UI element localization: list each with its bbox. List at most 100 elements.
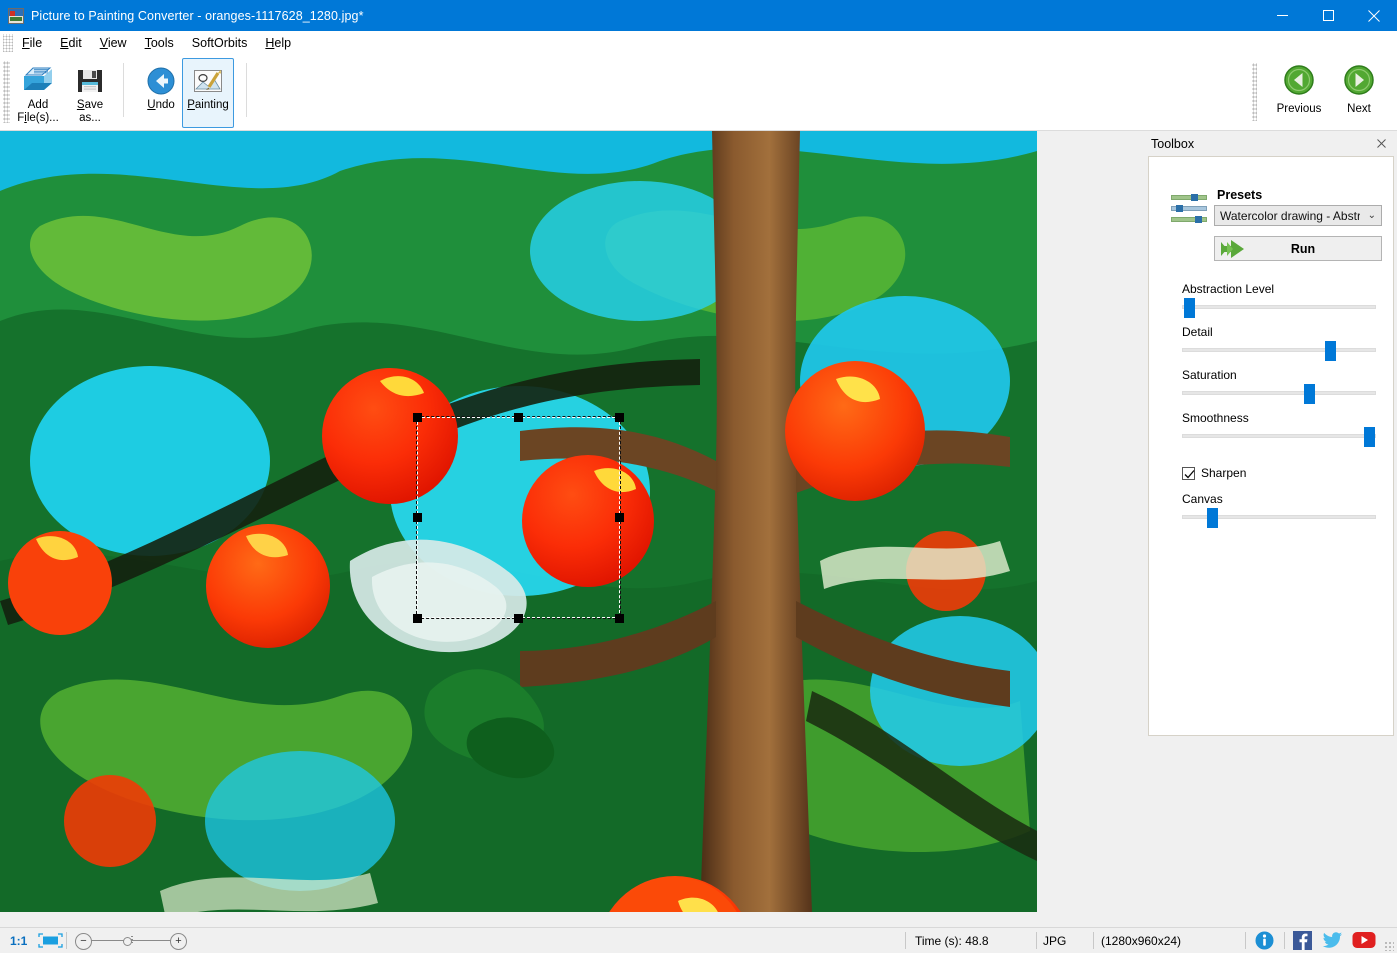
selection-handle-middle-right[interactable] [615,513,624,522]
toolbar-grip[interactable] [3,61,10,123]
slider-thumb-abstraction-level[interactable] [1184,298,1195,318]
minimize-button[interactable] [1259,0,1305,31]
toolbar-effects-group: Painting [182,58,234,127]
slider-thumb-smoothness[interactable] [1364,427,1375,447]
add-files-icon [22,65,54,97]
next-circle-icon [1343,64,1375,96]
slider-canvas: Canvas [1182,492,1376,519]
menu-grip [3,34,13,52]
navigation-group: Previous Next [1245,58,1389,127]
slider-smoothness: Smoothness [1182,411,1376,438]
zoom-ratio-label: 1:1 [10,928,27,953]
slider-label-detail: Detail [1182,325,1376,339]
painting-icon [193,65,223,97]
twitter-icon[interactable] [1322,931,1341,950]
slider-label-smoothness: Smoothness [1182,411,1376,425]
undo-label: Undo [147,99,175,112]
zoom-in-button[interactable]: + [170,933,187,950]
nav-grip [1252,63,1257,121]
selection-handle-bottom-right[interactable] [615,614,624,623]
sharpen-checkbox-row[interactable]: Sharpen [1182,466,1246,480]
toolbar-file-group: Add File(s)... Sa [12,58,131,127]
resize-grip[interactable] [1384,941,1394,951]
slider-detail: Detail [1182,325,1376,352]
previous-button[interactable]: Previous [1269,58,1329,127]
save-as-button[interactable]: Saveas... [64,58,116,128]
toolbox-body: Presets Watercolor drawing - Abstractio … [1148,156,1394,736]
preset-select[interactable]: Watercolor drawing - Abstractio ⌄ [1214,205,1382,226]
window-controls [1259,0,1397,31]
slider-thumb-canvas[interactable] [1207,508,1218,528]
next-button[interactable]: Next [1329,58,1389,127]
menu-item-softorbits[interactable]: SoftOrbits [183,33,257,54]
status-divider-1 [66,932,67,949]
status-divider-2 [905,932,906,949]
chevron-down-icon: ⌄ [1368,210,1376,221]
status-divider-4 [1093,932,1094,949]
painting-button[interactable]: Painting [182,58,234,128]
slider-label-abstraction-level: Abstraction Level [1182,282,1376,296]
format-status: JPG [1043,928,1066,953]
painting-label: Painting [187,99,229,112]
zoom-slider[interactable]: − + [70,928,190,953]
selection-handle-top-left[interactable] [413,413,422,422]
menu-item-help[interactable]: Help [256,33,300,54]
run-button[interactable]: Run [1214,236,1382,261]
progress-strip [1037,920,1145,927]
slider-label-canvas: Canvas [1182,492,1376,506]
sliders-settings-icon [1171,194,1207,224]
slider-track-smoothness[interactable] [1182,434,1376,438]
facebook-icon[interactable] [1293,931,1312,950]
selection-marquee[interactable] [417,417,620,618]
toolbar-separator-2 [246,63,247,117]
app-icon [8,8,24,24]
toolbox-close-icon[interactable] [1373,136,1389,152]
add-files-button[interactable]: Add File(s)... [12,58,64,128]
title-bar: Picture to Painting Converter - oranges-… [0,0,1397,31]
status-divider-5 [1245,932,1246,949]
selection-handle-bottom-left[interactable] [413,614,422,623]
window-title: Picture to Painting Converter - oranges-… [31,9,364,23]
previous-circle-icon [1283,64,1315,96]
selection-handle-middle-left[interactable] [413,513,422,522]
save-as-label: Saveas... [77,99,103,124]
slider-track-saturation[interactable] [1182,391,1376,395]
add-files-label: Add File(s)... [17,99,59,124]
slider-track-canvas[interactable] [1182,515,1376,519]
selection-handle-top-center[interactable] [514,413,523,422]
slider-label-saturation: Saturation [1182,368,1376,382]
fit-to-window-icon[interactable] [38,933,63,948]
selection-handle-bottom-center[interactable] [514,614,523,623]
status-bar: 1:1 − + Time (s): 48.8 JPG (1280x960x24) [0,927,1397,953]
dimensions-status: (1280x960x24) [1101,928,1181,953]
info-icon[interactable] [1255,931,1274,950]
status-divider-6 [1284,932,1285,949]
zoom-slider-ticks [131,936,133,945]
workspace [0,131,1145,927]
undo-button[interactable]: Undo [135,58,187,128]
image-canvas[interactable] [0,131,1037,912]
next-label: Next [1347,103,1371,115]
menu-item-view[interactable]: View [91,33,136,54]
youtube-icon[interactable] [1352,931,1376,950]
menu-item-tools[interactable]: Tools [136,33,183,54]
sharpen-checkbox[interactable] [1182,467,1195,480]
toolbox-panel: Toolbox Presets Watercolor drawing - Abs… [1145,131,1397,927]
status-divider-3 [1036,932,1037,949]
close-button[interactable] [1351,0,1397,31]
zoom-out-button[interactable]: − [75,933,92,950]
menu-item-edit[interactable]: Edit [51,33,91,54]
maximize-button[interactable] [1305,0,1351,31]
time-status: Time (s): 48.8 [915,928,989,953]
slider-abstraction-level: Abstraction Level [1182,282,1376,309]
save-icon [76,65,104,97]
slider-track-abstraction-level[interactable] [1182,305,1376,309]
slider-thumb-detail[interactable] [1325,341,1336,361]
toolbox-header: Toolbox [1145,131,1397,156]
undo-arrow-icon [146,65,176,97]
selection-handle-top-right[interactable] [615,413,624,422]
slider-track-detail[interactable] [1182,348,1376,352]
run-arrow-icon [1215,239,1259,259]
slider-thumb-saturation[interactable] [1304,384,1315,404]
menu-item-file[interactable]: File [13,33,51,54]
